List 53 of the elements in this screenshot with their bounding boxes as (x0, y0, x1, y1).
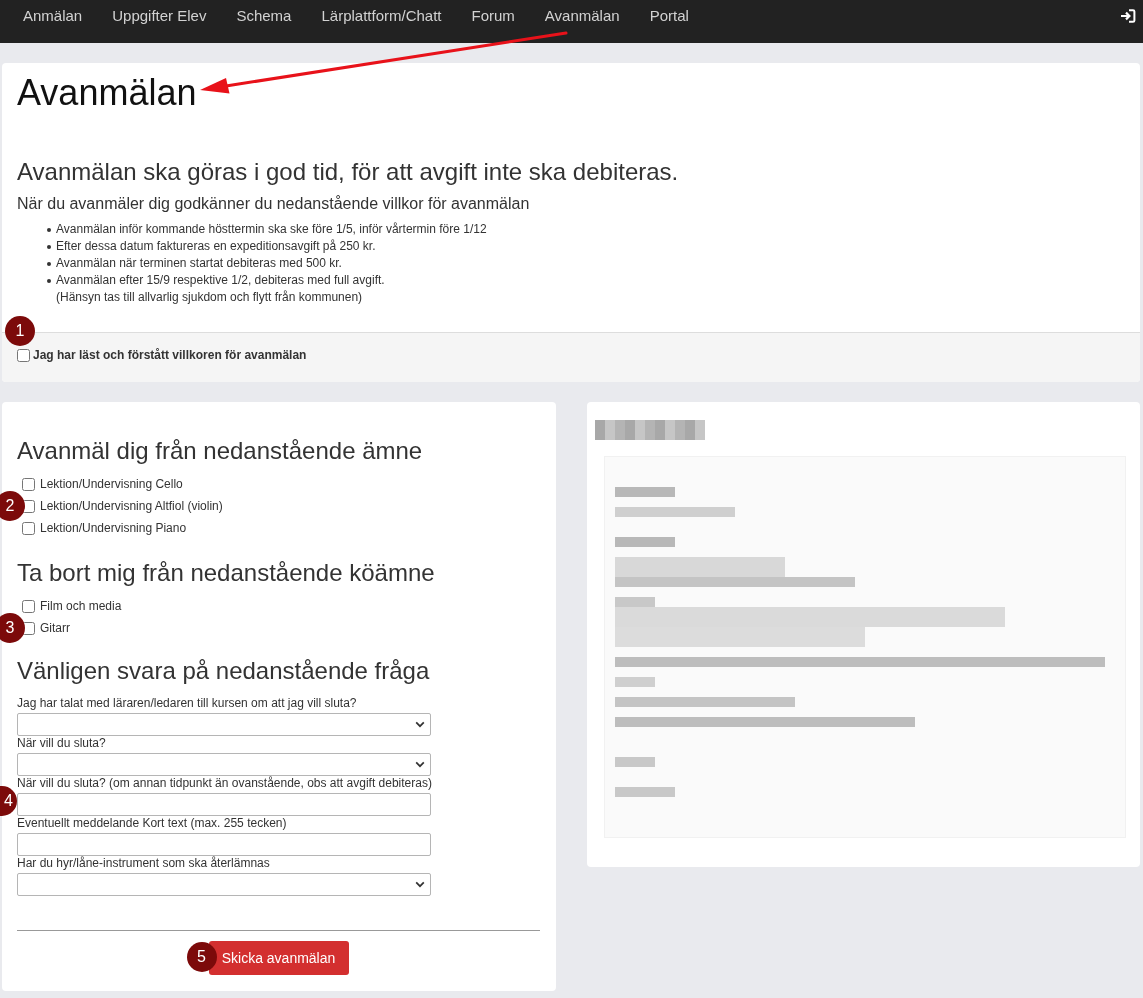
notice-heading: Avanmälan ska göras i god tid, för att avgift inte ska debiteras. (17, 159, 680, 185)
section-heading: Ta bort mig från nedanstående köämne (17, 560, 436, 586)
chevron-down-icon (415, 761, 425, 768)
text-field[interactable] (17, 793, 431, 816)
section-heading: Avanmäl dig från nedanstående ämne (17, 438, 424, 464)
nav-link[interactable]: Anmälan (8, 0, 98, 25)
option-checkbox[interactable] (22, 621, 35, 635)
bullet-icon (47, 245, 51, 249)
option-checkbox[interactable] (22, 599, 35, 613)
chevron-down-icon (415, 881, 425, 888)
nav-link[interactable]: Portal (634, 0, 704, 25)
term-text: Efter dessa datum faktureras en expeditionsavgift på 250 kr. (56, 238, 376, 255)
field-label: När vill du sluta? (17, 736, 106, 751)
text-field[interactable] (17, 833, 431, 856)
checkbox-label: Lektion/Undervisning Piano (40, 520, 187, 536)
step-marker: 2 (0, 490, 25, 521)
option-checkbox[interactable] (22, 499, 35, 513)
field-label: När vill du sluta? (om annan tidpunkt än ovanstående, obs att avgift debiteras) (17, 776, 432, 791)
nav-link[interactable]: Uppgifter Elev (97, 0, 222, 25)
checkbox-label: Lektion/Undervisning Cello (40, 476, 183, 492)
option-checkbox[interactable] (22, 477, 35, 491)
chevron-down-icon (415, 721, 425, 728)
field-label: Har du hyr/låne-instrument som ska återlämnas (17, 856, 270, 871)
checkbox-label: Film och media (40, 598, 122, 614)
sign-in-icon[interactable] (1120, 9, 1136, 23)
accept-checkbox[interactable] (17, 349, 30, 362)
checkbox-label: Lektion/Undervisning Altfiol (violin) (40, 498, 223, 514)
checkbox-label: Jag har läst och förstått villkoren för avanmälan (33, 348, 307, 363)
checkbox-label: Gitarr (40, 620, 70, 636)
nav-link[interactable]: Forum (456, 0, 530, 25)
bullet-icon (47, 262, 51, 266)
bullet-icon (47, 279, 51, 283)
dropdown-field[interactable] (17, 873, 431, 896)
option-checkbox[interactable] (22, 521, 35, 535)
nav-link[interactable]: Lärplattform/Chatt (306, 0, 457, 25)
step-marker: 5 (186, 942, 217, 972)
term-text: Avanmälan inför kommande hösttermin ska ske före 1/5, inför vårtermin före 1/12 (56, 221, 487, 238)
step-marker: 3 (0, 612, 25, 643)
nav-link[interactable]: Schema (221, 0, 307, 25)
field-label: Eventuellt meddelande Kort text (max. 255 tecken) (17, 816, 287, 831)
dropdown-field[interactable] (17, 713, 431, 736)
field-label: Jag har talat med läraren/ledaren till kursen om att jag vill sluta? (17, 696, 357, 711)
dropdown-field[interactable] (17, 753, 431, 776)
step-marker: 1 (5, 316, 35, 346)
bullet-icon (47, 228, 51, 232)
intro-text: När du avanmäler dig godkänner du nedanstående villkor för avanmälan (17, 194, 531, 213)
step-marker: 4 (0, 786, 17, 816)
section-heading: Vänligen svara på nedanstående fråga (17, 658, 431, 684)
page-title: Avanmälan (17, 73, 198, 113)
submit-button[interactable]: Skicka avanmälan (208, 941, 349, 975)
nav-link[interactable]: Avanmälan (529, 0, 635, 25)
term-text: Avanmälan när terminen startat debiteras med 500 kr. (56, 255, 342, 272)
term-text: Avanmälan efter 15/9 respektive 1/2, debiteras med full avgift. (Hänsyn tas till allvarlig sjukdom och flytt från kommunen) (56, 272, 385, 306)
